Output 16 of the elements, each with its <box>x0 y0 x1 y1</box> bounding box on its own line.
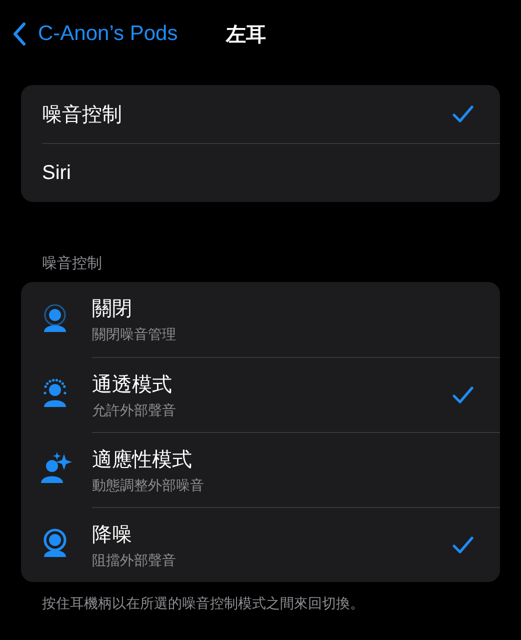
mode-title[interactable]: 適應性模式 <box>92 446 204 472</box>
page-title: 左耳 <box>226 22 266 48</box>
back-button[interactable]: C-Anon’s Pods <box>12 22 226 46</box>
footer-note: 按住耳機柄以在所選的噪音控制模式之間來回切換。 <box>42 595 365 613</box>
mode-subtitle: 允許外部聲音 <box>92 402 176 420</box>
option-label[interactable]: Siri <box>42 162 71 184</box>
option-label[interactable]: 噪音控制 <box>42 100 122 128</box>
person-sparkle-icon <box>39 452 73 484</box>
chevron-left-icon <box>12 22 26 46</box>
section-header: 噪音控制 <box>42 254 103 273</box>
mode-title[interactable]: 關閉 <box>92 295 176 322</box>
mode-title[interactable]: 降噪 <box>92 520 176 548</box>
mode-subtitle: 阻擋外部聲音 <box>92 552 176 570</box>
mode-subtitle: 關閉噪音管理 <box>92 326 176 344</box>
mode-title[interactable]: 通透模式 <box>92 370 176 398</box>
mode-subtitle: 動態調整外部噪音 <box>92 476 204 494</box>
